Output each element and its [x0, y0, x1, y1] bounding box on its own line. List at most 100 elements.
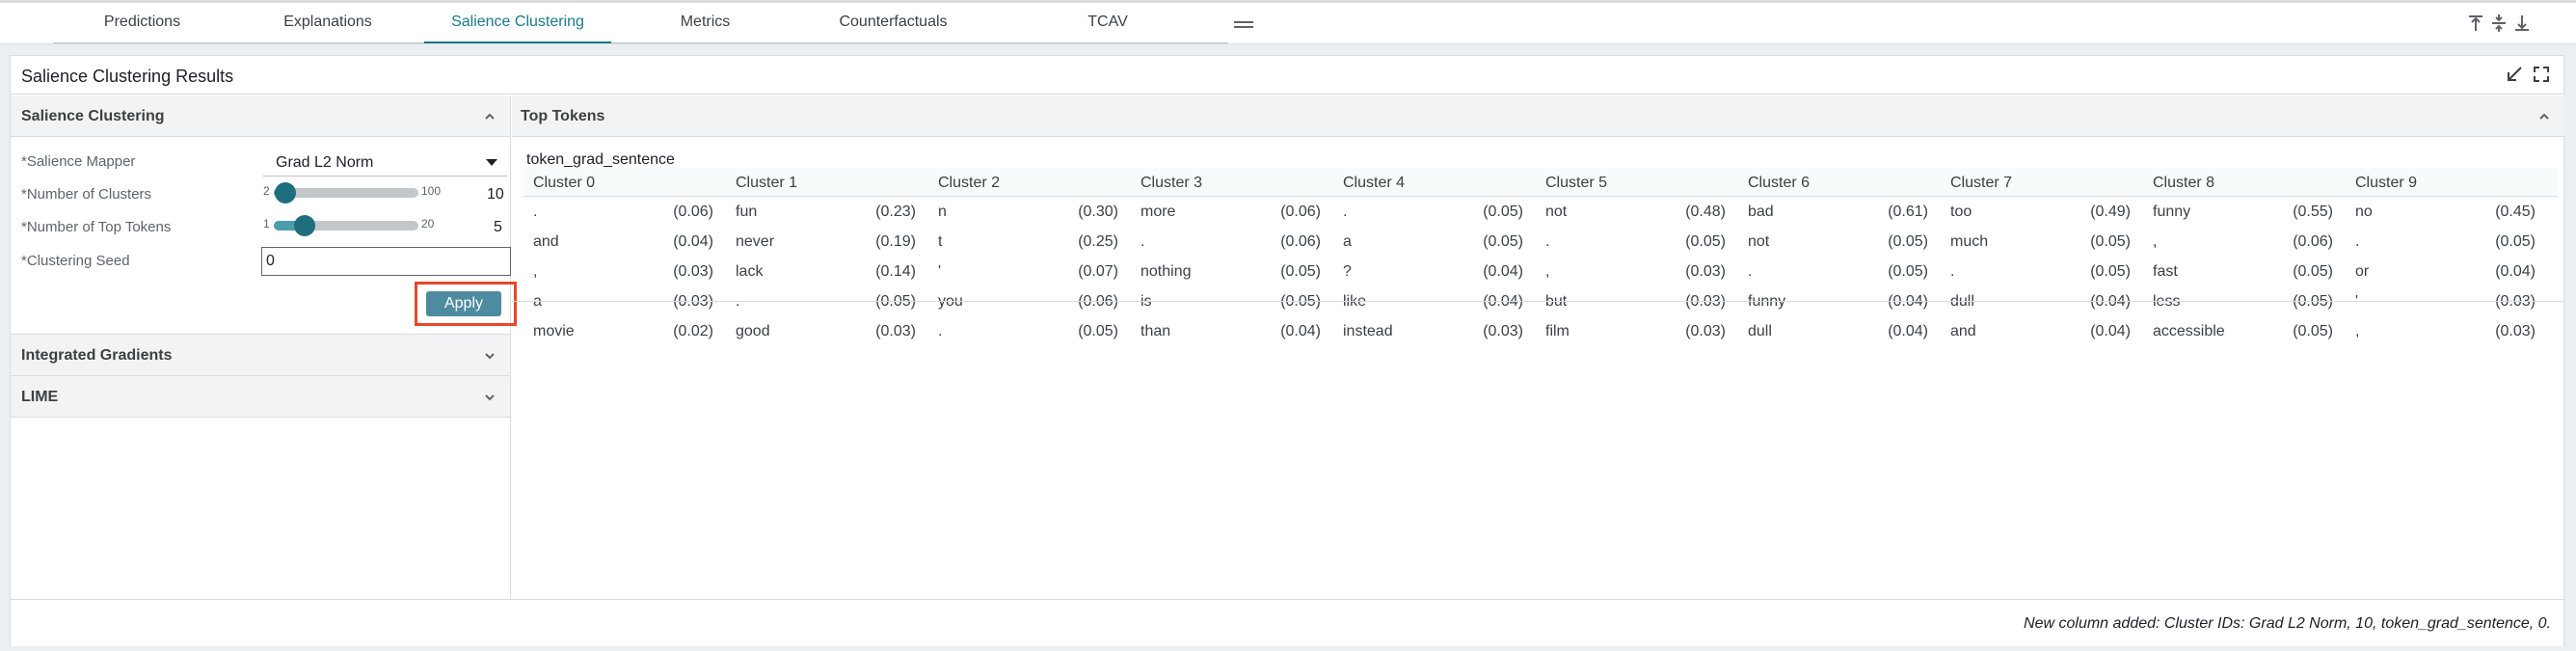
token-cell: .	[2355, 233, 2360, 250]
chevron-down-icon	[485, 394, 495, 401]
tab-tcav[interactable]: TCAV	[987, 3, 1228, 43]
tab-explanations[interactable]: Explanations	[231, 3, 424, 43]
cluster-header-2[interactable]: Cluster 2	[938, 175, 1000, 192]
token-score: (0.05)	[1888, 263, 1928, 280]
slider-min: 1	[263, 217, 270, 231]
token-score: (0.06)	[1280, 233, 1321, 250]
token-cell: is	[1140, 293, 1152, 311]
number-of-clusters-slider[interactable]: 2 100	[263, 179, 446, 203]
cluster-header-6[interactable]: Cluster 6	[1748, 175, 1810, 192]
cluster-header-7[interactable]: Cluster 7	[1950, 175, 2012, 192]
token-cell: than	[1140, 323, 1171, 339]
module-title: Salience Clustering Results	[21, 67, 234, 86]
token-cell: dull	[1950, 293, 1974, 310]
lime-section-header[interactable]: LIME	[11, 376, 510, 418]
token-cell: ,	[533, 263, 538, 280]
tab-predictions[interactable]: Predictions	[53, 3, 231, 43]
token-cell: and	[1950, 323, 1976, 339]
token-cell: funny	[2153, 203, 2191, 220]
token-cell: .	[736, 293, 739, 311]
token-score: (0.05)	[1888, 233, 1928, 250]
top-tokens-panel: Top Tokens token_grad_sentence Cluster 0…	[512, 95, 2564, 646]
align-middle-icon[interactable]	[2491, 14, 2507, 33]
token-score: (0.45)	[2495, 203, 2536, 220]
token-cell: fun	[736, 203, 758, 220]
token-cell: .	[1343, 203, 1348, 220]
token-cell: ,	[2355, 323, 2360, 339]
cluster-header-4[interactable]: Cluster 4	[1343, 175, 1405, 192]
cluster-header-5[interactable]: Cluster 5	[1545, 175, 1607, 192]
salience-clustering-section-header[interactable]: Salience Clustering	[11, 95, 510, 137]
token-score: (0.04)	[2090, 293, 2131, 310]
number-of-clusters-label: *Number of Clusters	[21, 186, 152, 203]
minimize-icon[interactable]	[2506, 66, 2523, 83]
layout-toolbar	[2468, 14, 2530, 33]
cluster-header-9[interactable]: Cluster 9	[2355, 175, 2417, 192]
cluster-header-8[interactable]: Cluster 8	[2153, 175, 2214, 192]
token-cell: film	[1545, 323, 1570, 339]
token-cell: not	[1545, 203, 1568, 220]
token-score: (0.03)	[2495, 293, 2536, 310]
chevron-up-icon	[2539, 113, 2549, 120]
token-cell: less	[2153, 293, 2181, 310]
apply-button[interactable]: Apply	[426, 291, 501, 316]
section-label: LIME	[21, 389, 59, 405]
token-cell: not	[1748, 233, 1770, 250]
token-cell: a	[1343, 233, 1352, 250]
table-row: , (0.03) lack (0.14) ' (0.07) nothing (0.05)? (0…	[523, 258, 2558, 287]
token-score: (0.04)	[1280, 323, 1321, 339]
token-cell: t	[938, 233, 943, 250]
table-divider	[512, 301, 2564, 302]
token-cell: accessible	[2153, 323, 2225, 339]
menu-drag-icon[interactable]	[1234, 21, 1253, 29]
integrated-gradients-section-header[interactable]: Integrated Gradients	[11, 335, 510, 376]
token-cell: '	[938, 263, 942, 280]
token-score: (0.06)	[673, 203, 713, 220]
token-cell: '	[2355, 293, 2358, 311]
token-cell: but	[1545, 293, 1568, 310]
token-cell: fast	[2153, 263, 2178, 280]
tab-bar: Predictions Explanations Salience Cluste…	[0, 0, 2576, 44]
tab-counterfactuals[interactable]: Counterfactuals	[799, 3, 987, 43]
section-label: Top Tokens	[521, 108, 605, 124]
slider-thumb[interactable]	[293, 215, 315, 236]
cluster-header-3[interactable]: Cluster 3	[1140, 175, 1202, 192]
token-score: (0.49)	[2090, 203, 2131, 220]
token-score: (0.05)	[1483, 203, 1523, 220]
align-bottom-icon[interactable]	[2514, 14, 2530, 33]
token-score: (0.03)	[2495, 323, 2536, 339]
table-row: . (0.06) fun (0.23) n (0.30) more (0.06). (0.05)…	[523, 198, 2558, 228]
align-top-icon[interactable]	[2468, 14, 2483, 33]
cluster-header-1[interactable]: Cluster 1	[736, 175, 797, 192]
token-cell: like	[1343, 293, 1367, 310]
token-score: (0.04)	[1483, 293, 1523, 310]
token-score: (0.05)	[875, 293, 916, 310]
slider-thumb[interactable]	[275, 182, 296, 203]
token-score: (0.04)	[1483, 263, 1523, 280]
top-tokens-section-header[interactable]: Top Tokens	[512, 95, 2564, 137]
token-score: (0.04)	[2090, 323, 2131, 339]
clustering-seed-label: *Clustering Seed	[21, 253, 130, 269]
cluster-header-row: Cluster 0 Cluster 1 Cluster 2 Cluster 3 Clus…	[523, 168, 2558, 197]
token-score: (0.07)	[1078, 263, 1118, 280]
token-cell: funny	[1748, 293, 1786, 310]
cluster-header-0[interactable]: Cluster 0	[533, 175, 595, 192]
clustering-seed-input[interactable]	[261, 247, 511, 276]
controls-panel: Salience Clustering *Salience Mapper Gra…	[11, 95, 517, 646]
token-cell: .	[1545, 233, 1550, 250]
fullscreen-icon[interactable]	[2533, 66, 2550, 83]
number-of-top-tokens-slider[interactable]: 1 20	[263, 212, 446, 236]
token-cell: ,	[1545, 263, 1550, 280]
slider-max: 100	[421, 184, 442, 198]
salience-mapper-select[interactable]: Grad L2 Norm	[263, 148, 507, 176]
token-cell: and	[533, 233, 559, 250]
token-score: (0.03)	[1685, 323, 1726, 339]
token-cell: no	[2355, 203, 2373, 220]
token-cell: much	[1950, 233, 1989, 250]
salience-mapper-label: *Salience Mapper	[21, 153, 136, 170]
tab-salience-clustering[interactable]: Salience Clustering	[424, 3, 611, 43]
tab-metrics[interactable]: Metrics	[611, 3, 799, 43]
token-score: (0.61)	[1888, 203, 1928, 220]
token-score: (0.14)	[875, 263, 916, 280]
token-score: (0.23)	[875, 203, 916, 220]
